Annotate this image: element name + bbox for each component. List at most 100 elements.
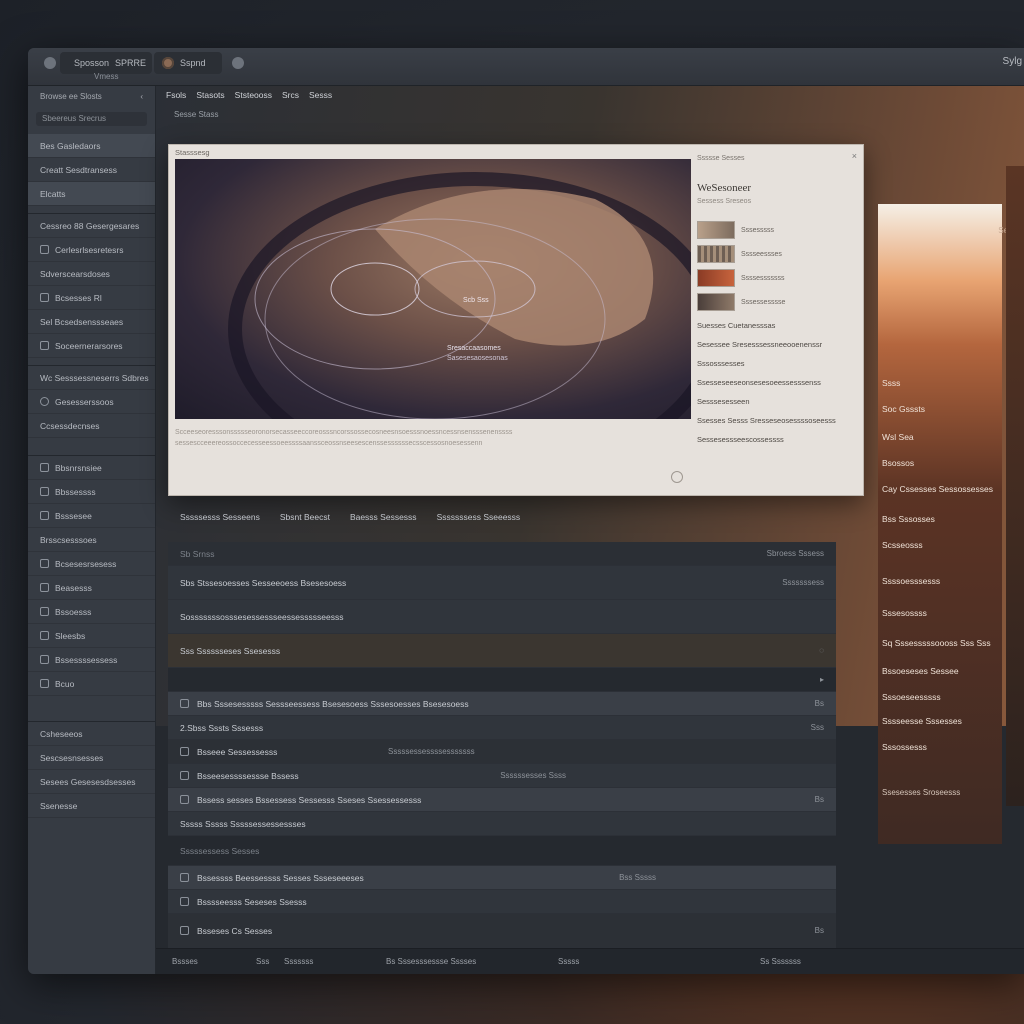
status-item[interactable]: Sss <box>256 957 269 966</box>
menu-item[interactable]: Srcs <box>282 90 299 100</box>
status-item[interactable]: Bs Sssesssessse Sssses <box>386 957 476 966</box>
sidebar-item[interactable]: Sel Bcsedsenssseaes <box>28 310 155 334</box>
card-side-line[interactable]: Sesessee Sresesssessneeooenenssr <box>697 340 861 349</box>
sidebar-item[interactable]: Bcuo <box>28 672 155 696</box>
sidebar-item[interactable]: Wc Sesssessneserrs Sdbres <box>28 366 155 390</box>
thumbnail-item[interactable]: Sssseessses <box>697 245 861 263</box>
table-row[interactable]: Sssssessess Sesses <box>168 836 836 866</box>
card-side-line[interactable]: Ssesses Sesss Sresseseosessssoseesss <box>697 416 861 425</box>
sidebar-item-label: Wc Sesssessneserrs Sdbres <box>40 372 149 383</box>
sidebar-item-label: Bbsnrsnsiee <box>55 462 102 473</box>
titlebar-right-label[interactable]: Sylg <box>1003 56 1022 67</box>
preview-image[interactable]: Sresaccaasomes Sasesesaosesonas Scb Sss <box>175 159 691 419</box>
sidebar-item[interactable]: Elcatts <box>28 182 155 206</box>
row-trail: Sssssessessssesssssss <box>388 747 475 756</box>
right-panel-item[interactable]: Cay Cssesses Sessossesses <box>882 484 993 494</box>
sidebar-search-input[interactable]: Sbeereus Srecrus <box>36 112 147 126</box>
tab-2[interactable]: Sspnd <box>154 52 222 74</box>
sidebar-item[interactable]: Csheseeos <box>28 722 155 746</box>
sidebar-item[interactable]: Soceernerarsores <box>28 334 155 358</box>
window-control-icon[interactable] <box>44 57 56 69</box>
right-panel-item[interactable]: Wsl Sea <box>882 432 914 442</box>
sidebar-item[interactable]: Beasesss <box>28 576 155 600</box>
right-panel-footer[interactable]: Ssesesses Sroseesss <box>882 788 960 797</box>
table-row[interactable]: Bsseses Cs Sesses Bs <box>168 914 836 948</box>
right-panel-item[interactable]: Bss Sssosses <box>882 514 935 524</box>
sidebar-divider <box>28 696 155 722</box>
table-row[interactable]: Sssss Sssss Sssssessessessses <box>168 812 836 836</box>
sidebar-item[interactable]: Sleesbs <box>28 624 155 648</box>
right-panel-item[interactable]: Ssss <box>882 378 900 388</box>
sidebar-item[interactable]: Cerlesrlsesretesrs <box>28 238 155 262</box>
sidebar-item[interactable]: Brsscsesssoes <box>28 528 155 552</box>
card-side-line[interactable]: Suesses Cuetanesssas <box>697 321 861 330</box>
sidebar-item[interactable]: Bes Gasledaors <box>28 134 155 158</box>
sidebar-collapse-icon[interactable]: ‹ <box>140 92 143 102</box>
menu-item[interactable]: Sesss <box>309 90 332 100</box>
card-side-line[interactable]: Ssesseseeseonsesesoeessesssenss <box>697 378 861 387</box>
chat-bubble-icon[interactable]: ◌ <box>819 646 824 655</box>
menu-item[interactable]: Stasots <box>196 90 224 100</box>
thumbnail-item[interactable]: Sssesssss <box>697 221 861 239</box>
menu-item[interactable]: Fsols <box>166 90 186 100</box>
sidebar-item[interactable]: Sesees Gesesesdsesses <box>28 770 155 794</box>
table-row[interactable]: Bsseee Sessessesss Sssssessessssesssssss <box>168 740 836 764</box>
list-header-label[interactable]: Sssssesss Sesseens <box>180 512 260 522</box>
right-panel-item[interactable]: Bssoeseses Sessee <box>882 666 959 676</box>
status-item[interactable]: Bssses <box>172 957 198 966</box>
sidebar-item[interactable]: Ccsessdecnses <box>28 414 155 438</box>
right-panel-item[interactable]: Bsossos <box>882 458 914 468</box>
list-header-label[interactable]: Sbsnt Beecst <box>280 512 330 522</box>
right-panel-item[interactable]: Scsseosss <box>882 540 923 550</box>
sidebar-item[interactable]: Bsssesee <box>28 504 155 528</box>
table-row[interactable]: Bssessss Beessessss Sesses Ssseseeeses Bs… <box>168 866 836 890</box>
list-header-label[interactable]: Baesss Sessesss <box>350 512 417 522</box>
table-row[interactable]: Bsseesessssessse Bssess Ssssssesses Ssss <box>168 764 836 788</box>
sidebar-item[interactable]: Bcsesses Rl <box>28 286 155 310</box>
table-row[interactable]: Sbs Stssesoesses Sesseeoess Bsesesoess Ss… <box>168 566 836 600</box>
menu-item[interactable]: Ststeooss <box>235 90 272 100</box>
right-panel-item[interactable]: Sssseesse Sssesses <box>882 716 962 726</box>
list-header: Sssssesss Sesseens Sbsnt Beecst Baesss S… <box>168 502 836 532</box>
card-side-line[interactable]: Sessesessseescossessss <box>697 435 861 444</box>
right-panel: Sesc Ssss Soc Gsssts Wsl Sea Bsossos Cay… <box>878 204 1016 844</box>
table-row[interactable]: Sosssssssosssesessessseessessssseesss <box>168 600 836 634</box>
sidebar-item[interactable]: Ssenesse <box>28 794 155 818</box>
card-side-line[interactable]: Sssosssesses <box>697 359 861 368</box>
right-panel-item[interactable]: Sq Sssesssssoooss Sss Sss <box>882 638 991 648</box>
loading-spinner-icon <box>671 471 683 483</box>
card-side-line[interactable]: Sesssesesseen <box>697 397 861 406</box>
sidebar-item[interactable]: Bssessssessess <box>28 648 155 672</box>
breadcrumb[interactable]: Sesse Stass <box>174 110 218 119</box>
table-row[interactable]: Bsssseesss Seseses Ssesss <box>168 890 836 914</box>
thumbnail-item[interactable]: Ssssesssssss <box>697 269 861 287</box>
thumbnail-item[interactable]: Sssessesssse <box>697 293 861 311</box>
list-header-label[interactable]: Sssssssess Sseeesss <box>437 512 521 522</box>
scroll-arrow-icon[interactable]: ▸ <box>820 675 824 684</box>
content-list: Sssssesss Sesseens Sbsnt Beecst Baesss S… <box>168 512 836 948</box>
tab-1[interactable]: Sposson SPRRE <box>60 52 152 74</box>
right-panel-item[interactable]: Sssoeseesssss <box>882 692 941 702</box>
sidebar-divider <box>28 438 155 456</box>
right-panel-item[interactable]: Sssossesss <box>882 742 927 752</box>
right-panel-item[interactable]: Sssesossss <box>882 608 927 618</box>
new-tab-button[interactable] <box>224 52 252 74</box>
table-row[interactable]: Bssess sesses Bssessess Sessesss Sseses … <box>168 788 836 812</box>
sidebar-item[interactable]: Bbsnrsnsiee <box>28 456 155 480</box>
right-panel-item[interactable]: Ssssoesssesss <box>882 576 940 586</box>
status-item[interactable]: Ss Sssssss <box>760 957 801 966</box>
table-row[interactable]: Bbs Sssesesssss Sessseessess Bsesesoess … <box>168 692 836 716</box>
right-panel-item[interactable]: Soc Gsssts <box>882 404 925 414</box>
table-row[interactable]: Sss Sssssseses Ssesesss ◌ <box>168 634 836 668</box>
sidebar-item[interactable]: Gesesserssoos <box>28 390 155 414</box>
sidebar-item[interactable]: Sdverscearsdoses <box>28 262 155 286</box>
sidebar-item-label: Beasesss <box>55 582 92 593</box>
sidebar-item[interactable]: Bcsesesrsesess <box>28 552 155 576</box>
sidebar-item[interactable]: Cessreo 88 Gesergesares <box>28 214 155 238</box>
tab-label: Sspnd <box>180 58 206 68</box>
sidebar-item[interactable]: Bssoesss <box>28 600 155 624</box>
sidebar-item[interactable]: Creatt Sesdtransess <box>28 158 155 182</box>
sidebar-item[interactable]: Sescsesnsesses <box>28 746 155 770</box>
sidebar-item[interactable]: Bbssessss <box>28 480 155 504</box>
table-row[interactable]: 2.Sbss Sssts Sssesss Sss <box>168 716 836 740</box>
